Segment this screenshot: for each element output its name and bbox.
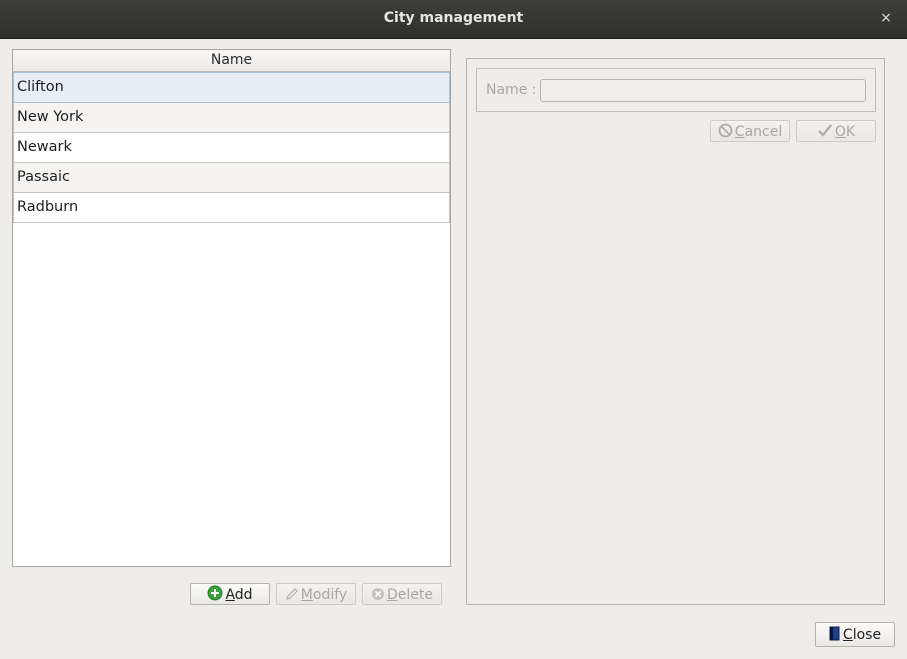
ok-button-label: K [845,124,856,140]
modify-button[interactable]: Modify [276,583,356,605]
window-close-icon[interactable]: × [879,9,893,27]
close-button[interactable]: Close [815,622,895,647]
city-management-window: City management × Name Clifton New York … [0,0,907,659]
pencil-icon [285,586,299,608]
add-button[interactable]: Add [190,583,270,605]
no-entry-icon [718,123,733,145]
list-item[interactable]: Passaic [13,163,450,193]
ok-button[interactable]: OK [796,120,876,142]
add-button-mnemonic: A [225,587,235,603]
name-input[interactable] [540,79,866,102]
cancel-button-mnemonic: C [734,124,745,140]
list-item[interactable]: Newark [13,133,450,163]
checkmark-icon [817,123,833,145]
list-item[interactable]: Radburn [13,193,450,223]
delete-button-mnemonic: D [387,587,398,603]
delete-button[interactable]: Delete [362,583,442,605]
name-label: Name : [486,82,537,98]
city-list[interactable]: Name Clifton New York Newark Passaic Rad… [12,49,451,567]
add-button-label: dd [234,587,253,603]
title-bar[interactable]: City management × [0,0,907,39]
ok-button-mnemonic: O [834,124,846,140]
door-exit-icon [829,625,841,650]
column-header-name[interactable]: Name [13,50,450,72]
modify-button-mnemonic: M [300,587,313,603]
x-circle-icon [371,586,385,608]
window-title: City management [383,10,524,26]
modify-button-label: odify [312,587,348,603]
cancel-button[interactable]: Cancel [710,120,790,142]
close-button-label: lose [852,627,882,643]
delete-button-label: elete [397,587,433,603]
close-button-mnemonic: C [842,627,853,643]
list-item[interactable]: New York [13,103,450,133]
list-item[interactable]: Clifton [13,72,450,103]
cancel-button-label: ancel [744,124,783,140]
plus-circle-icon [207,585,223,608]
